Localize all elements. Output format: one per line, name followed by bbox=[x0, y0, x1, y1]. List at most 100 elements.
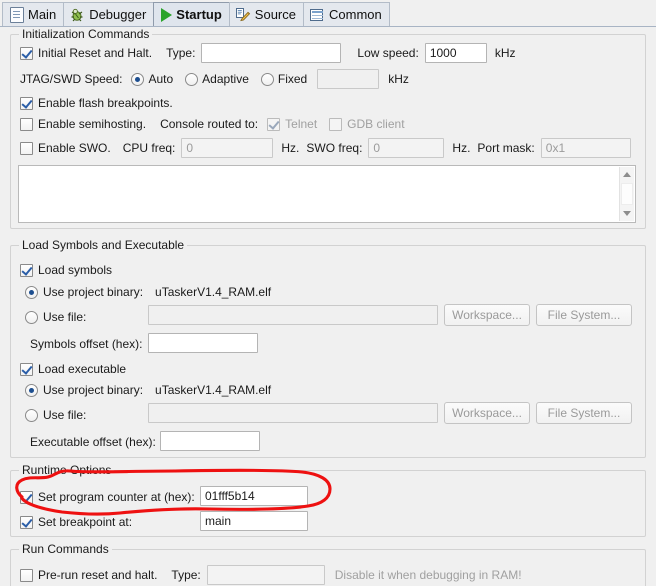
document-icon bbox=[10, 6, 24, 23]
tab-debugger-label: Debugger bbox=[89, 7, 147, 22]
prerun-reset-label: Pre-run reset and halt. bbox=[38, 568, 158, 582]
telnet-checkbox[interactable] bbox=[267, 117, 281, 131]
flash-breakpoints-label: Enable flash breakpoints. bbox=[38, 96, 173, 110]
set-program-counter-input[interactable]: 01fff5b14 bbox=[200, 486, 308, 506]
cpu-freq-input[interactable]: 0 bbox=[181, 138, 274, 158]
play-icon bbox=[161, 8, 173, 22]
swo-label: Enable SWO. bbox=[38, 141, 111, 155]
console-routed-label: Console routed to: bbox=[160, 117, 259, 131]
speed-radio-adaptive[interactable] bbox=[185, 72, 199, 86]
set-breakpoint-checkbox[interactable] bbox=[20, 515, 33, 529]
source-edit-icon bbox=[235, 7, 251, 23]
symbols-project-binary-radio[interactable] bbox=[25, 285, 38, 299]
prerun-hint-text: Disable it when debugging in RAM! bbox=[334, 568, 522, 582]
grid-icon bbox=[309, 7, 325, 23]
semihosting-checkbox[interactable] bbox=[20, 117, 33, 131]
prerun-type-input[interactable] bbox=[206, 565, 325, 585]
initial-reset-checkbox[interactable] bbox=[20, 46, 33, 60]
symbols-use-file-radio[interactable] bbox=[25, 310, 38, 324]
tab-main[interactable]: Main bbox=[2, 2, 64, 26]
scroll-down-arrow-icon[interactable] bbox=[623, 211, 631, 216]
speed-radio-auto[interactable] bbox=[131, 72, 145, 86]
symbols-workspace-button[interactable]: Workspace... bbox=[444, 304, 530, 326]
executable-offset-label: Executable offset (hex): bbox=[30, 435, 156, 449]
swo-freq-input[interactable]: 0 bbox=[368, 138, 445, 158]
set-program-counter-checkbox[interactable] bbox=[20, 490, 33, 504]
load-executable-row: Load executable bbox=[20, 360, 126, 378]
executable-filesystem-button[interactable]: File System... bbox=[536, 402, 632, 424]
symbols-project-binary-value: uTaskerV1.4_RAM.elf bbox=[155, 285, 272, 299]
low-speed-input[interactable]: 1000 bbox=[424, 43, 487, 63]
jtag-swd-speed-row: JTAG/SWD Speed: Auto Adaptive Fixed kHz bbox=[20, 69, 409, 89]
semihosting-row: Enable semihosting. Console routed to: T… bbox=[20, 115, 405, 133]
set-breakpoint-label: Set breakpoint at: bbox=[38, 515, 133, 529]
gdb-client-checkbox[interactable] bbox=[329, 117, 343, 131]
prerun-reset-checkbox[interactable] bbox=[20, 568, 33, 582]
telnet-label: Telnet bbox=[285, 117, 318, 131]
flash-breakpoints-row: Enable flash breakpoints. bbox=[20, 94, 173, 112]
symbols-project-binary-label: Use project binary: bbox=[43, 285, 144, 299]
symbols-offset-row: Symbols offset (hex): bbox=[30, 334, 143, 354]
symbols-filesystem-button[interactable]: File System... bbox=[536, 304, 632, 326]
symbols-offset-input[interactable] bbox=[148, 333, 258, 353]
executable-use-file-label: Use file: bbox=[43, 408, 87, 422]
load-symbols-row: Load symbols bbox=[20, 261, 112, 279]
load-symbols-label: Load symbols bbox=[38, 263, 113, 277]
commands-scrollbar[interactable] bbox=[619, 167, 634, 221]
set-program-counter-label: Set program counter at (hex): bbox=[38, 490, 195, 504]
speed-radio-fixed[interactable] bbox=[260, 72, 274, 86]
scroll-up-arrow-icon[interactable] bbox=[623, 172, 631, 177]
tab-startup[interactable]: Startup bbox=[153, 2, 229, 26]
executable-offset-input[interactable] bbox=[160, 431, 260, 451]
load-executable-checkbox[interactable] bbox=[20, 362, 33, 376]
fixed-speed-unit-label: kHz bbox=[388, 72, 409, 86]
tab-debugger[interactable]: Debugger bbox=[63, 2, 154, 26]
speed-radio-fixed-label: Fixed bbox=[277, 72, 308, 86]
set-breakpoint-row: Set breakpoint at: bbox=[20, 512, 132, 532]
tab-strip: Main Debugger Startup Source Common bbox=[2, 2, 390, 26]
tab-common[interactable]: Common bbox=[303, 2, 390, 26]
symbols-offset-label: Symbols offset (hex): bbox=[30, 337, 143, 351]
symbols-use-file-label: Use file: bbox=[43, 310, 87, 324]
executable-use-file-radio[interactable] bbox=[25, 408, 38, 422]
executable-use-file-input[interactable] bbox=[148, 403, 438, 423]
low-speed-unit-label: kHz bbox=[494, 46, 516, 60]
runtime-options-legend: Runtime Options bbox=[19, 463, 115, 477]
initial-reset-label: Initial Reset and Halt. bbox=[38, 46, 153, 60]
swo-row: Enable SWO. CPU freq: 0 Hz. SWO freq: 0 … bbox=[20, 138, 631, 158]
executable-project-binary-radio[interactable] bbox=[25, 383, 38, 397]
load-executable-label: Load executable bbox=[38, 362, 127, 376]
init-type-input[interactable] bbox=[201, 43, 342, 63]
initial-reset-row: Initial Reset and Halt. Type: Low speed:… bbox=[20, 43, 515, 63]
tab-main-label: Main bbox=[28, 7, 57, 22]
executable-workspace-button[interactable]: Workspace... bbox=[444, 402, 530, 424]
tab-source-label: Source bbox=[254, 7, 296, 22]
fixed-speed-input[interactable] bbox=[317, 69, 380, 89]
symbols-use-file-input[interactable] bbox=[148, 305, 438, 325]
initialization-commands-legend: Initialization Commands bbox=[19, 27, 153, 41]
executable-use-file-row: Use file: bbox=[25, 404, 86, 426]
cpu-freq-unit-label: Hz. bbox=[281, 141, 300, 155]
scrollbar-thumb[interactable] bbox=[621, 183, 633, 205]
prerun-type-label: Type: bbox=[171, 568, 201, 582]
cpu-freq-label: CPU freq: bbox=[122, 141, 176, 155]
load-symbols-checkbox[interactable] bbox=[20, 263, 33, 277]
flash-breakpoints-checkbox[interactable] bbox=[20, 96, 33, 110]
swo-freq-unit-label: Hz. bbox=[452, 141, 471, 155]
bug-icon bbox=[69, 7, 85, 23]
initialization-commands-textarea[interactable] bbox=[18, 165, 636, 223]
low-speed-label: Low speed: bbox=[357, 46, 419, 60]
tab-source[interactable]: Source bbox=[228, 2, 303, 26]
executable-project-binary-row: Use project binary: uTaskerV1.4_RAM.elf bbox=[25, 381, 271, 399]
port-mask-input[interactable]: 0x1 bbox=[540, 138, 631, 158]
port-mask-label: Port mask: bbox=[477, 141, 535, 155]
prerun-reset-row: Pre-run reset and halt. Type: Disable it… bbox=[20, 565, 522, 585]
startup-tab-panel: Main Debugger Startup Source Common Init… bbox=[0, 0, 656, 586]
tab-common-label: Common bbox=[329, 7, 382, 22]
tab-bar: Main Debugger Startup Source Common bbox=[0, 0, 656, 27]
run-commands-legend: Run Commands bbox=[19, 542, 112, 556]
swo-checkbox[interactable] bbox=[20, 141, 33, 155]
gdb-client-label: GDB client bbox=[347, 117, 405, 131]
set-breakpoint-input[interactable]: main bbox=[200, 511, 308, 531]
executable-project-binary-label: Use project binary: bbox=[43, 383, 144, 397]
